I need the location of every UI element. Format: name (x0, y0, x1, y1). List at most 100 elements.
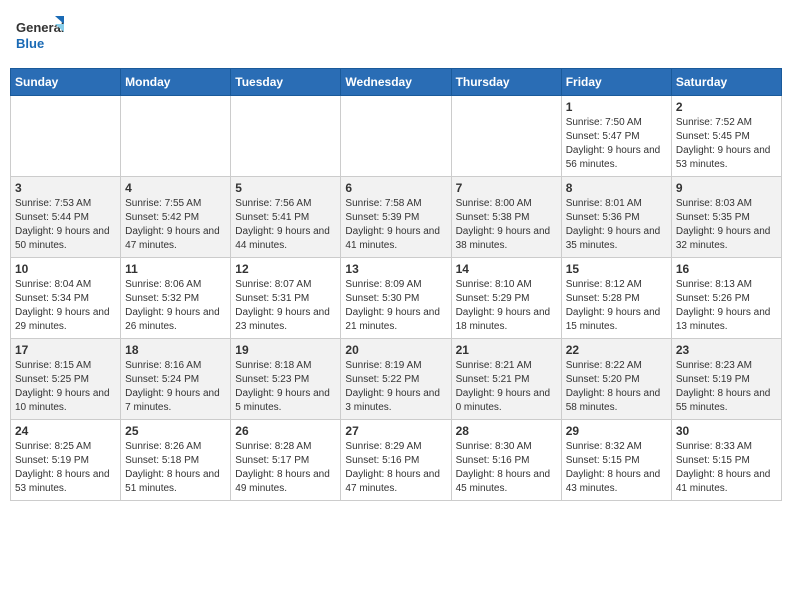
calendar-cell: 29Sunrise: 8:32 AM Sunset: 5:15 PM Dayli… (561, 420, 671, 501)
day-number: 16 (676, 262, 777, 276)
calendar-cell: 14 Sunrise: 8:10 AM Sunset: 5:29 PM Dayli… (451, 258, 561, 339)
day-number: 24 (15, 424, 116, 438)
day-info: Sunrise: 7:55 AM Sunset: 5:42 PM Dayligh… (125, 197, 226, 253)
day-number: 5 (235, 181, 336, 195)
day-info: Sunrise: 8:04 AM Sunset: 5:34 PM Dayligh… (15, 278, 116, 334)
calendar-cell (341, 96, 451, 177)
day-info: Sunrise: 8:03 AM Sunset: 5:35 PM Dayligh… (676, 197, 777, 253)
day-number: 7 (456, 181, 557, 195)
calendar-week-row: 1 Sunrise: 7:50 AM Sunset: 5:47 PM Daylig… (11, 96, 782, 177)
svg-text:General: General (16, 20, 64, 35)
calendar-cell: 2 Sunrise: 7:52 AM Sunset: 5:45 PM Daylig… (671, 96, 781, 177)
day-number: 12 (235, 262, 336, 276)
day-number: 15 (566, 262, 667, 276)
day-info: Sunrise: 8:12 AM Sunset: 5:28 PM Dayligh… (566, 278, 667, 334)
calendar-cell: 21 Sunrise: 8:21 AM Sunset: 5:21 PM Dayli… (451, 339, 561, 420)
header-sunday: Sunday (11, 69, 121, 96)
day-number: 20 (345, 343, 446, 357)
svg-text:Blue: Blue (16, 36, 44, 51)
calendar-cell: 23Sunrise: 8:23 AM Sunset: 5:19 PM Dayli… (671, 339, 781, 420)
day-number: 14 (456, 262, 557, 276)
calendar-cell: 4 Sunrise: 7:55 AM Sunset: 5:42 PM Daylig… (121, 177, 231, 258)
day-info: Sunrise: 8:00 AM Sunset: 5:38 PM Dayligh… (456, 197, 557, 253)
day-info: Sunrise: 8:10 AM Sunset: 5:29 PM Dayligh… (456, 278, 557, 334)
calendar-cell: 6 Sunrise: 7:58 AM Sunset: 5:39 PM Daylig… (341, 177, 451, 258)
day-info: Sunrise: 7:53 AM Sunset: 5:44 PM Dayligh… (15, 197, 116, 253)
day-info: Sunrise: 8:28 AM Sunset: 5:17 PM Dayligh… (235, 440, 336, 496)
calendar-cell: 18 Sunrise: 8:16 AM Sunset: 5:24 PM Dayli… (121, 339, 231, 420)
day-number: 26 (235, 424, 336, 438)
day-info: Sunrise: 8:07 AM Sunset: 5:31 PM Dayligh… (235, 278, 336, 334)
calendar-cell: 11Sunrise: 8:06 AM Sunset: 5:32 PM Dayli… (121, 258, 231, 339)
calendar-cell: 27 Sunrise: 8:29 AM Sunset: 5:16 PM Dayli… (341, 420, 451, 501)
day-info: Sunrise: 8:09 AM Sunset: 5:30 PM Dayligh… (345, 278, 446, 334)
calendar-table: SundayMondayTuesdayWednesdayThursdayFrid… (10, 68, 782, 501)
day-number: 27 (345, 424, 446, 438)
day-number: 18 (125, 343, 226, 357)
calendar-cell: 17 Sunrise: 8:15 AM Sunset: 5:25 PM Dayli… (11, 339, 121, 420)
day-number: 19 (235, 343, 336, 357)
day-info: Sunrise: 8:15 AM Sunset: 5:25 PM Dayligh… (15, 359, 116, 415)
header-thursday: Thursday (451, 69, 561, 96)
day-number: 6 (345, 181, 446, 195)
calendar-cell: 16 Sunrise: 8:13 AM Sunset: 5:26 PM Dayli… (671, 258, 781, 339)
day-number: 25 (125, 424, 226, 438)
day-info: Sunrise: 7:56 AM Sunset: 5:41 PM Dayligh… (235, 197, 336, 253)
calendar-cell: 9 Sunrise: 8:03 AM Sunset: 5:35 PM Daylig… (671, 177, 781, 258)
calendar-week-row: 3Sunrise: 7:53 AM Sunset: 5:44 PM Daylig… (11, 177, 782, 258)
day-number: 1 (566, 100, 667, 114)
calendar-cell (11, 96, 121, 177)
header-tuesday: Tuesday (231, 69, 341, 96)
calendar-cell (121, 96, 231, 177)
day-number: 21 (456, 343, 557, 357)
calendar-cell: 26 Sunrise: 8:28 AM Sunset: 5:17 PM Dayli… (231, 420, 341, 501)
day-info: Sunrise: 7:58 AM Sunset: 5:39 PM Dayligh… (345, 197, 446, 253)
calendar-cell: 19Sunrise: 8:18 AM Sunset: 5:23 PM Dayli… (231, 339, 341, 420)
day-info: Sunrise: 8:29 AM Sunset: 5:16 PM Dayligh… (345, 440, 446, 496)
day-number: 17 (15, 343, 116, 357)
day-info: Sunrise: 8:21 AM Sunset: 5:21 PM Dayligh… (456, 359, 557, 415)
calendar-cell: 8 Sunrise: 8:01 AM Sunset: 5:36 PM Daylig… (561, 177, 671, 258)
day-number: 22 (566, 343, 667, 357)
logo-graphic: General Blue (14, 10, 64, 60)
calendar-cell: 30Sunrise: 8:33 AM Sunset: 5:15 PM Dayli… (671, 420, 781, 501)
page-header: General Blue (10, 10, 782, 60)
logo-container: General Blue (14, 10, 64, 60)
calendar-cell: 5 Sunrise: 7:56 AM Sunset: 5:41 PM Daylig… (231, 177, 341, 258)
header-monday: Monday (121, 69, 231, 96)
calendar-cell: 1 Sunrise: 7:50 AM Sunset: 5:47 PM Daylig… (561, 96, 671, 177)
day-info: Sunrise: 7:52 AM Sunset: 5:45 PM Dayligh… (676, 116, 777, 172)
calendar-cell: 12 Sunrise: 8:07 AM Sunset: 5:31 PM Dayli… (231, 258, 341, 339)
calendar-cell: 25 Sunrise: 8:26 AM Sunset: 5:18 PM Dayli… (121, 420, 231, 501)
day-info: Sunrise: 7:50 AM Sunset: 5:47 PM Dayligh… (566, 116, 667, 172)
calendar-cell (451, 96, 561, 177)
calendar-cell: 28Sunrise: 8:30 AM Sunset: 5:16 PM Dayli… (451, 420, 561, 501)
day-number: 29 (566, 424, 667, 438)
day-number: 4 (125, 181, 226, 195)
calendar-week-row: 24Sunrise: 8:25 AM Sunset: 5:19 PM Dayli… (11, 420, 782, 501)
header-friday: Friday (561, 69, 671, 96)
calendar-week-row: 10 Sunrise: 8:04 AM Sunset: 5:34 PM Dayli… (11, 258, 782, 339)
day-info: Sunrise: 8:23 AM Sunset: 5:19 PM Dayligh… (676, 359, 777, 415)
logo: General Blue (14, 10, 64, 60)
calendar-week-row: 17 Sunrise: 8:15 AM Sunset: 5:25 PM Dayli… (11, 339, 782, 420)
day-info: Sunrise: 8:33 AM Sunset: 5:15 PM Dayligh… (676, 440, 777, 496)
calendar-cell (231, 96, 341, 177)
day-info: Sunrise: 8:13 AM Sunset: 5:26 PM Dayligh… (676, 278, 777, 334)
calendar-cell: 15 Sunrise: 8:12 AM Sunset: 5:28 PM Dayli… (561, 258, 671, 339)
calendar-cell: 24Sunrise: 8:25 AM Sunset: 5:19 PM Dayli… (11, 420, 121, 501)
day-info: Sunrise: 8:30 AM Sunset: 5:16 PM Dayligh… (456, 440, 557, 496)
calendar-cell: 3Sunrise: 7:53 AM Sunset: 5:44 PM Daylig… (11, 177, 121, 258)
day-number: 9 (676, 181, 777, 195)
calendar-cell: 22Sunrise: 8:22 AM Sunset: 5:20 PM Dayli… (561, 339, 671, 420)
calendar-cell: 7 Sunrise: 8:00 AM Sunset: 5:38 PM Daylig… (451, 177, 561, 258)
calendar-cell: 13Sunrise: 8:09 AM Sunset: 5:30 PM Dayli… (341, 258, 451, 339)
day-info: Sunrise: 8:01 AM Sunset: 5:36 PM Dayligh… (566, 197, 667, 253)
day-info: Sunrise: 8:16 AM Sunset: 5:24 PM Dayligh… (125, 359, 226, 415)
day-number: 2 (676, 100, 777, 114)
day-info: Sunrise: 8:26 AM Sunset: 5:18 PM Dayligh… (125, 440, 226, 496)
calendar-cell: 10 Sunrise: 8:04 AM Sunset: 5:34 PM Dayli… (11, 258, 121, 339)
day-number: 10 (15, 262, 116, 276)
calendar-cell: 20Sunrise: 8:19 AM Sunset: 5:22 PM Dayli… (341, 339, 451, 420)
day-number: 8 (566, 181, 667, 195)
